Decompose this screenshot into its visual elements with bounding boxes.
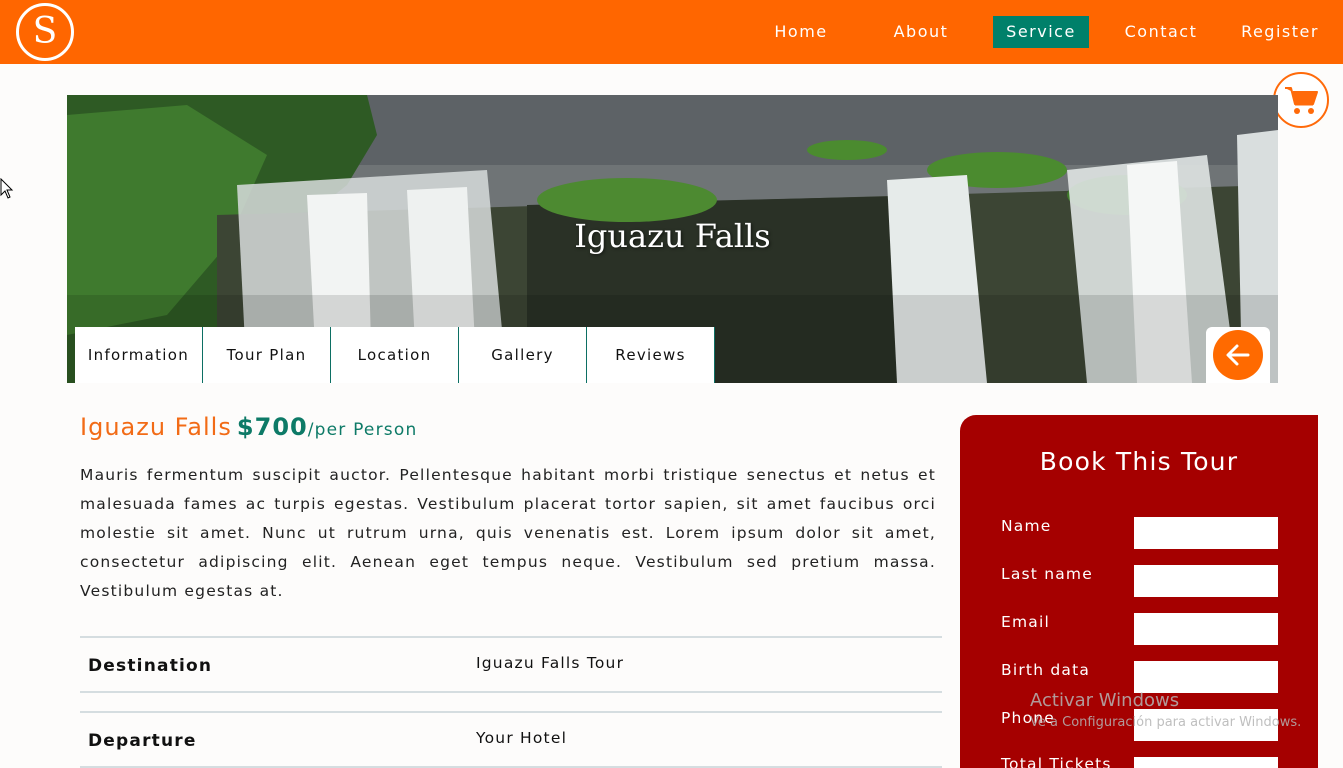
hero-title: Iguazu Falls bbox=[574, 217, 771, 255]
detail-label: Destination bbox=[88, 656, 213, 676]
mouse-cursor-icon bbox=[0, 178, 14, 199]
tour-name: Iguazu Falls bbox=[80, 413, 232, 441]
detail-value: Your Hotel bbox=[476, 729, 568, 747]
nav-register[interactable]: Register bbox=[1236, 16, 1324, 48]
detail-row-destination: Destination Iguazu Falls Tour bbox=[80, 636, 942, 693]
name-input[interactable] bbox=[1134, 517, 1278, 549]
total-tickets-input[interactable] bbox=[1134, 757, 1278, 768]
windows-watermark-title: Activar Windows bbox=[1030, 690, 1180, 711]
windows-watermark-subtitle: Ve a Configuración para activar Windows. bbox=[1030, 715, 1302, 730]
cart-button[interactable] bbox=[1273, 72, 1329, 128]
total-tickets-label: Total Tickets bbox=[1001, 755, 1112, 768]
hero-banner: Iguazu Falls Information Tour Plan Locat… bbox=[67, 95, 1278, 383]
birth-date-label: Birth data bbox=[1001, 661, 1091, 679]
birth-date-input[interactable] bbox=[1134, 661, 1278, 693]
arrow-left-icon bbox=[1226, 344, 1250, 366]
email-label: Email bbox=[1001, 613, 1051, 631]
header-bar: S Home About Service Contact Register bbox=[0, 0, 1343, 64]
back-tab bbox=[1206, 327, 1270, 383]
nav-about[interactable]: About bbox=[880, 16, 962, 48]
email-input[interactable] bbox=[1134, 613, 1278, 645]
nav-contact[interactable]: Contact bbox=[1116, 16, 1206, 48]
tab-tour-plan[interactable]: Tour Plan bbox=[203, 327, 331, 383]
nav-service[interactable]: Service bbox=[993, 16, 1089, 48]
last-name-label: Last name bbox=[1001, 565, 1093, 583]
tour-description: Mauris fermentum suscipit auctor. Pellen… bbox=[80, 466, 936, 600]
tour-tabs: Information Tour Plan Location Gallery R… bbox=[75, 327, 715, 383]
detail-value: Iguazu Falls Tour bbox=[476, 654, 625, 672]
tab-location[interactable]: Location bbox=[331, 327, 459, 383]
name-label: Name bbox=[1001, 517, 1052, 535]
tab-information[interactable]: Information bbox=[75, 327, 203, 383]
nav-home[interactable]: Home bbox=[760, 16, 842, 48]
tab-reviews[interactable]: Reviews bbox=[587, 327, 715, 383]
price-unit: /per Person bbox=[307, 420, 418, 440]
last-name-input[interactable] bbox=[1134, 565, 1278, 597]
tab-gallery[interactable]: Gallery bbox=[459, 327, 587, 383]
booking-title: Book This Tour bbox=[1039, 447, 1239, 476]
back-button[interactable] bbox=[1213, 330, 1263, 380]
detail-label: Departure bbox=[88, 731, 197, 751]
tour-heading: Iguazu Falls $700/per Person bbox=[80, 413, 417, 441]
tour-price: $700 bbox=[236, 413, 308, 441]
detail-row-departure: Departure Your Hotel bbox=[80, 711, 942, 768]
cart-icon bbox=[1285, 87, 1318, 114]
site-logo[interactable]: S bbox=[16, 3, 74, 61]
logo-letter: S bbox=[32, 11, 58, 52]
